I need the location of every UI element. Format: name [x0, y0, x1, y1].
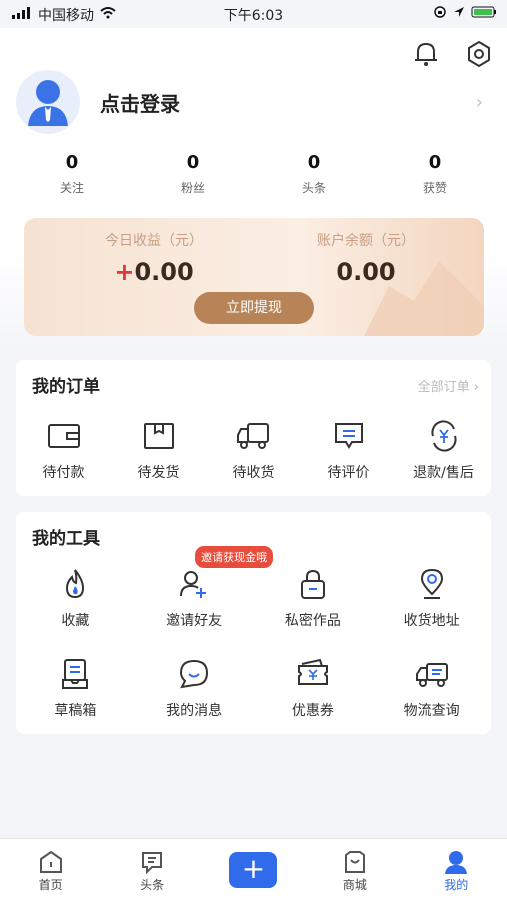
chevron-right-icon[interactable]: ›: [476, 92, 483, 113]
tools-row-1: 收藏 邀请获现金哦 邀请好友 私密作品 收货地址: [16, 546, 491, 630]
orders-row: 待付款 待发货 待收货 待评价 退款/售后: [16, 416, 491, 482]
bottom-tab-bar: 首页 头条 + 商城 我的: [0, 838, 507, 901]
tab-mine[interactable]: 我的: [416, 848, 496, 893]
tab-label: 我的: [444, 877, 469, 892]
comment-icon: [334, 423, 363, 449]
delivery-icon: [415, 663, 448, 687]
tab-label: 头条: [140, 877, 165, 892]
battery-icon: [471, 6, 497, 22]
refund-icon: [430, 420, 457, 452]
tool-private-works[interactable]: 私密作品: [254, 564, 372, 630]
stat-value: 0: [428, 152, 442, 173]
stat-fans[interactable]: 0 粉丝: [133, 152, 253, 196]
order-item-label: 待付款: [42, 465, 85, 481]
tool-logistics[interactable]: 物流查询: [373, 654, 491, 720]
profile-icon: [445, 850, 468, 874]
avatar[interactable]: [16, 70, 80, 134]
tool-label: 优惠券: [291, 703, 334, 719]
stat-following[interactable]: 0 关注: [12, 152, 132, 196]
headline-icon: [142, 851, 163, 874]
tool-label: 物流查询: [403, 703, 460, 719]
location-arrow-icon: [453, 6, 465, 22]
withdraw-button[interactable]: 立即提现: [194, 292, 314, 324]
tool-coupons[interactable]: 优惠券: [254, 654, 372, 720]
tool-shipping-address[interactable]: 收货地址: [373, 564, 491, 630]
status-bar: 中国移动 下午6:03: [0, 0, 507, 28]
tab-label: 首页: [38, 877, 63, 892]
today-earnings-value: 0.00: [134, 258, 194, 286]
profile-section[interactable]: 点击登录 ›: [16, 70, 491, 150]
order-item-label: 待评价: [327, 465, 370, 481]
orders-panel: 我的订单 全部订单 › 待付款 待发货 待收货 待评价 退款/售后: [16, 360, 491, 496]
tools-panel: 我的工具 收藏 邀请获现金哦 邀请好友 私密作品 收货地址 草稿箱 我的消息 优…: [16, 512, 491, 734]
status-right: [433, 5, 497, 23]
tool-label: 邀请好友: [166, 613, 223, 629]
box-icon: [143, 423, 174, 449]
today-earnings-label: 今日收益（元）: [105, 233, 203, 249]
order-item-label: 退款/售后: [413, 465, 474, 481]
stat-label: 获赞: [422, 181, 447, 195]
order-item-refund[interactable]: 退款/售后: [396, 416, 491, 482]
tab-headlines[interactable]: 头条: [112, 848, 192, 893]
login-text[interactable]: 点击登录: [100, 88, 180, 117]
stat-likes[interactable]: 0 获赞: [375, 152, 495, 196]
account-balance-label: 账户余额（元）: [317, 233, 415, 249]
tool-favorites[interactable]: 收藏: [16, 564, 134, 630]
stats-row: 0 关注 0 粉丝 0 头条 0 获赞: [12, 152, 495, 196]
tool-invite-friends[interactable]: 邀请获现金哦 邀请好友: [135, 546, 274, 630]
stat-label: 关注: [59, 181, 84, 195]
flame-icon: [66, 569, 85, 599]
stat-headlines[interactable]: 0 头条: [254, 152, 374, 196]
today-earnings: 今日收益（元） +0.00: [64, 230, 244, 286]
status-time: 下午6:03: [223, 8, 284, 24]
tab-home[interactable]: 首页: [11, 848, 91, 893]
account-balance: 账户余额（元） 0.00: [276, 230, 456, 286]
message-icon: [180, 659, 209, 689]
tab-shop[interactable]: 商城: [315, 848, 395, 893]
lock-rotation-icon: [433, 5, 447, 23]
settings-icon[interactable]: [465, 40, 493, 72]
all-orders-link[interactable]: 全部订单 ›: [418, 376, 479, 395]
earnings-card: 今日收益（元） +0.00 账户余额（元） 0.00 立即提现: [24, 218, 484, 336]
plus-icon[interactable]: +: [229, 852, 278, 888]
order-item-label: 待发货: [137, 465, 180, 481]
tool-label: 私密作品: [284, 613, 341, 629]
top-actions: [413, 40, 493, 72]
tool-drafts[interactable]: 草稿箱: [16, 654, 134, 720]
tool-label: 收货地址: [403, 613, 460, 629]
wallet-icon: [47, 424, 80, 448]
tool-messages[interactable]: 我的消息: [135, 654, 253, 720]
order-item-to-review[interactable]: 待评价: [301, 416, 396, 482]
tool-label: 我的消息: [166, 703, 223, 719]
stat-label: 粉丝: [180, 181, 205, 195]
orders-title: 我的订单: [32, 377, 100, 397]
tool-label: 草稿箱: [54, 703, 97, 719]
tab-label: 商城: [342, 877, 367, 892]
draft-icon: [62, 659, 89, 689]
plus-sign: +: [114, 258, 135, 286]
order-item-label: 待收货: [232, 465, 275, 481]
tab-publish[interactable]: +: [213, 852, 293, 888]
user-avatar-icon: [28, 80, 68, 126]
tools-row-2: 草稿箱 我的消息 优惠券 物流查询: [16, 654, 491, 720]
stat-label: 头条: [301, 181, 326, 195]
stat-value: 0: [186, 152, 200, 173]
home-icon: [39, 850, 62, 873]
order-item-unpaid[interactable]: 待付款: [16, 416, 111, 482]
today-earnings-value-wrap: +0.00: [64, 258, 244, 286]
order-item-to-ship[interactable]: 待发货: [111, 416, 206, 482]
add-user-icon: [180, 571, 207, 598]
account-balance-value: 0.00: [336, 258, 396, 286]
stat-value: 0: [307, 152, 321, 173]
lock-icon: [300, 569, 325, 599]
bell-icon[interactable]: [413, 40, 439, 72]
coupon-icon: [297, 658, 328, 685]
tool-label: 收藏: [61, 613, 90, 629]
tools-title: 我的工具: [32, 529, 100, 549]
truck-icon: [236, 423, 269, 449]
location-icon: [420, 568, 443, 599]
shop-icon: [344, 850, 365, 873]
stat-value: 0: [65, 152, 79, 173]
order-item-to-receive[interactable]: 待收货: [206, 416, 301, 482]
